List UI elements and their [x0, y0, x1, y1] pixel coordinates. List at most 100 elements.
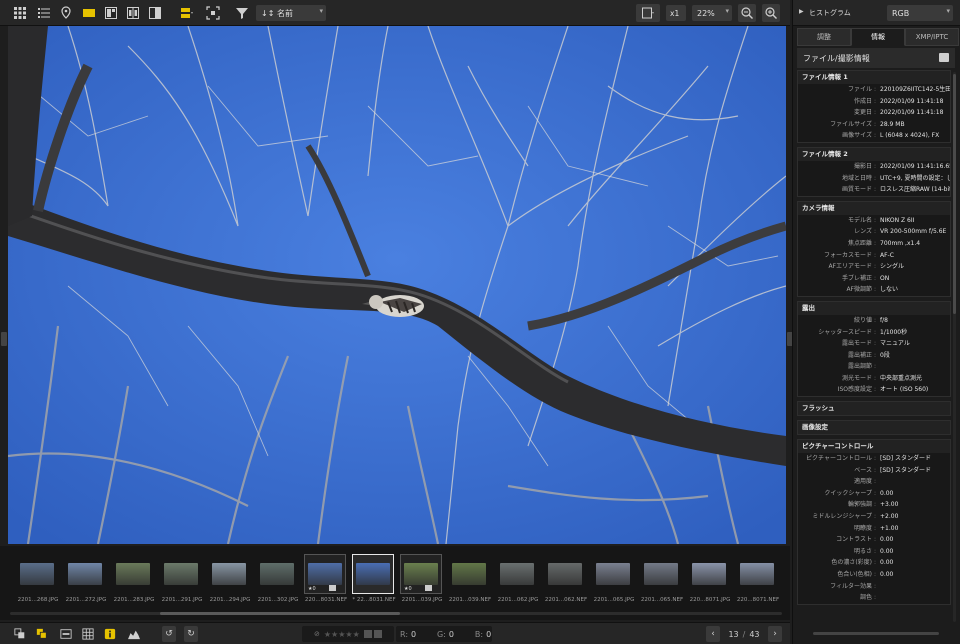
filmstrip-thumbnail[interactable]	[640, 554, 682, 594]
next-image-button[interactable]: ›	[768, 626, 782, 642]
info-value: 700mm ,x1.4	[880, 239, 921, 247]
prev-image-button[interactable]: ‹	[706, 626, 720, 642]
panel-horizontal-scrollbar[interactable]	[813, 632, 939, 635]
filmstrip-thumbnail[interactable]	[16, 554, 58, 594]
scale-button[interactable]: x1	[666, 5, 686, 21]
filmstrip-thumbnail[interactable]	[352, 554, 394, 594]
thumbnail-filename: 2201...291.JPG	[161, 597, 203, 603]
filmstrip-thumbnail[interactable]	[688, 554, 730, 594]
zoom-in-button[interactable]	[762, 4, 780, 22]
tab-xmp-iptc[interactable]: XMP/IPTC	[905, 28, 959, 46]
thumbnail-filename: 220...8071.JPG	[689, 597, 731, 603]
panel-scrollbar[interactable]	[953, 72, 956, 622]
filmstrip-thumbnail[interactable]	[448, 554, 490, 594]
fit-screen-icon[interactable]	[204, 4, 222, 22]
section-header[interactable]: ファイル情報 2	[798, 147, 950, 161]
map-pin-icon[interactable]	[56, 4, 76, 22]
histogram-header[interactable]: ▶ ヒストグラム RGB ▾	[793, 0, 960, 26]
tab-info[interactable]: 情報	[851, 28, 905, 46]
protect-icon[interactable]	[363, 630, 372, 638]
info-row: 作成日:2022/01/09 11:41:18	[798, 96, 950, 108]
section-header[interactable]: 画像設定	[798, 421, 950, 435]
filmstrip-thumbnail[interactable]	[496, 554, 538, 594]
filmstrip-thumbnail[interactable]: ★0	[304, 554, 346, 594]
section-header[interactable]: ファイル情報 1	[798, 71, 950, 84]
single-view-icon[interactable]	[80, 4, 98, 22]
filmstrip-thumbnail[interactable]	[160, 554, 202, 594]
before-after-icon[interactable]	[146, 4, 164, 22]
b-value: 0	[486, 629, 492, 639]
filmstrip: 2201...268.JPG 2201...272.JPG 2201...283.J…	[0, 546, 790, 620]
channel-dropdown[interactable]: RGB ▾	[887, 5, 953, 21]
star-rating-icon[interactable]: ★★★★★	[324, 630, 360, 639]
info-value: マニュアル	[880, 340, 910, 348]
scrollbar-thumb[interactable]	[160, 612, 400, 615]
rotate-left-button[interactable]: ↺	[162, 626, 176, 642]
reject-icon[interactable]: ⊘	[314, 630, 320, 638]
info-row: AFエリアモード: シングル	[798, 261, 950, 273]
info-key: 変更日	[853, 109, 872, 117]
histogram-icon[interactable]	[124, 626, 144, 642]
thumbnail-image	[404, 563, 438, 585]
info-section: ピクチャーコントロール ピクチャーコントロール: [SD] スタンダード ベース: [S…	[797, 439, 951, 605]
info-key: 焦点距離	[847, 239, 872, 247]
filmstrip-thumbnail[interactable]	[544, 554, 586, 594]
grid-view-icon[interactable]	[10, 4, 30, 22]
rating-control[interactable]: ⊘ ★★★★★	[302, 626, 394, 642]
stack-icon[interactable]	[12, 626, 28, 642]
section-header[interactable]: カメラ情報	[798, 201, 950, 215]
section-header[interactable]: 露出	[798, 301, 950, 315]
label-stack-icon[interactable]	[34, 626, 50, 642]
zoom-out-button[interactable]	[738, 4, 756, 22]
info-value: [SD] スタンダード	[880, 466, 932, 474]
sort-order-dropdown[interactable]: ↓↕ 名前 ▾	[256, 5, 326, 21]
chevron-down-icon: ▾	[725, 7, 729, 15]
section-header[interactable]: フラッシュ	[798, 402, 950, 416]
info-section: フラッシュ	[797, 401, 951, 417]
info-key: 撮影日	[853, 162, 872, 170]
page-sep: /	[742, 629, 746, 639]
info-row: ミドルレンジシャープ: +2.00	[798, 511, 950, 523]
info-row: ベース: [SD] スタンダード	[798, 465, 950, 477]
expand-triangle-icon[interactable]: ▶	[799, 8, 804, 15]
info-value	[880, 581, 950, 593]
rotate-left-icon: ↺	[165, 629, 173, 639]
info-icon[interactable]	[102, 626, 118, 642]
filmstrip-thumbnail[interactable]	[736, 554, 778, 594]
filter-funnel-icon[interactable]	[234, 4, 250, 22]
page-total: 43	[749, 629, 760, 639]
zoom-in-icon	[765, 7, 777, 19]
filmstrip-thumbnail[interactable]	[64, 554, 106, 594]
left-panel-toggle[interactable]	[1, 332, 7, 346]
camera-icon[interactable]	[939, 53, 949, 62]
filmstrip-thumbnail[interactable]	[208, 554, 250, 594]
photo-woodpecker-branches	[8, 26, 786, 544]
filmstrip-thumbnail[interactable]	[592, 554, 634, 594]
caption-icon[interactable]	[58, 626, 74, 642]
filmstrip-thumbnail[interactable]	[112, 554, 154, 594]
compare-view-icon[interactable]	[124, 4, 142, 22]
zoom-dropdown[interactable]: 22% ▾	[692, 5, 732, 21]
info-key: ファイル	[847, 86, 872, 93]
scrollbar-thumb[interactable]	[953, 74, 956, 314]
view-mode-dropdown[interactable]	[636, 4, 660, 22]
info-value: L (6048 x 4024), FX	[880, 132, 940, 140]
info-value: AF-C	[880, 251, 894, 259]
thumbnail-image	[68, 563, 102, 585]
section-header[interactable]: ピクチャーコントロール	[798, 440, 950, 454]
image-viewer[interactable]	[8, 26, 786, 544]
filmstrip-thumbnail[interactable]: ★0	[400, 554, 442, 594]
filmstrip-thumbnail[interactable]	[256, 554, 298, 594]
tab-adjust[interactable]: 調整	[797, 28, 851, 46]
label-filter-icon[interactable]	[176, 4, 198, 22]
filmstrip-scrollbar[interactable]	[10, 612, 782, 615]
filmstrip-view-icon[interactable]	[102, 4, 120, 22]
thumbnail-image	[596, 563, 630, 585]
list-view-icon[interactable]	[34, 4, 54, 22]
info-key: 輪郭強調	[847, 501, 872, 509]
rotate-right-button[interactable]: ↻	[184, 626, 198, 642]
grid-overlay-icon[interactable]	[80, 626, 96, 642]
info-value: ON	[880, 274, 890, 282]
thumbnail-image	[20, 563, 54, 585]
label-icon[interactable]	[373, 630, 382, 638]
